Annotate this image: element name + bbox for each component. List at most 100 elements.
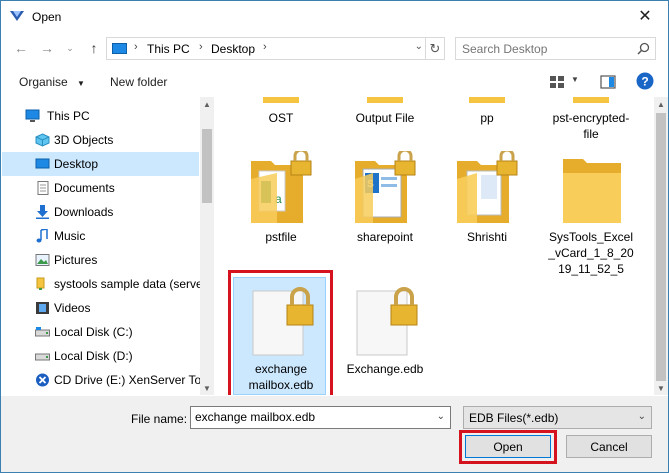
scroll-up-icon[interactable]: ▲ bbox=[200, 97, 214, 111]
organise-button[interactable]: Organise ▼ bbox=[19, 75, 85, 89]
app-icon bbox=[10, 11, 24, 21]
chevron-down-icon: ▼ bbox=[77, 79, 85, 88]
chevron-down-icon[interactable]: ⌄ bbox=[437, 411, 445, 422]
computer-icon bbox=[25, 109, 40, 122]
nav-item-local-disk-c[interactable]: Local Disk (C:) bbox=[2, 320, 199, 344]
forward-button[interactable]: → bbox=[38, 39, 56, 57]
folder-item-shrishti[interactable]: Shrishti bbox=[437, 149, 537, 249]
breadcrumb-desktop[interactable]: Desktop bbox=[211, 42, 255, 56]
organise-label: Organise bbox=[19, 75, 68, 89]
address-bar[interactable]: › This PC › Desktop › ⌄ ↻ bbox=[106, 37, 445, 60]
file-label: SysTools_Excel _vCard_1_8_20 19_11_52_5 bbox=[548, 230, 634, 276]
open-dialog: Open ✕ ← → ⌄ ↑ › This PC › Desktop › ⌄ ↻ bbox=[0, 0, 669, 473]
folder-item-output-file[interactable]: Output File bbox=[335, 97, 435, 137]
nav-item-label: Videos bbox=[54, 301, 91, 315]
nav-item-label: Documents bbox=[54, 181, 115, 195]
folder-item-ost[interactable]: OST bbox=[231, 97, 331, 137]
nav-item-label: Desktop bbox=[54, 157, 99, 171]
nav-item-this-pc[interactable]: This PC bbox=[2, 104, 199, 128]
folder-item-pstfile[interactable]: a pstfile bbox=[231, 149, 331, 249]
nav-item-label: Local Disk (C:) bbox=[54, 325, 133, 339]
file-label: Output File bbox=[355, 111, 415, 125]
locked-folder-icon: a bbox=[251, 151, 312, 223]
breadcrumb-this-pc[interactable]: This PC bbox=[147, 42, 190, 56]
new-folder-button[interactable]: New folder bbox=[110, 75, 167, 89]
nav-item-local-disk-d[interactable]: Local Disk (D:) bbox=[2, 344, 199, 368]
search-box[interactable] bbox=[455, 37, 656, 60]
breadcrumb-separator-icon: › bbox=[134, 41, 138, 53]
up-button[interactable]: ↑ bbox=[85, 39, 103, 57]
folder-item-sharepoint[interactable]: S sharepoint bbox=[335, 149, 435, 249]
nav-item-cd-drive[interactable]: CD Drive (E:) XenServer Too bbox=[2, 368, 208, 392]
cd-drive-icon bbox=[36, 373, 49, 387]
file-label: pstfile bbox=[265, 230, 297, 244]
documents-icon bbox=[37, 181, 49, 195]
nav-item-network-folder[interactable]: systools sample data (serve bbox=[2, 272, 203, 296]
preview-pane-icon[interactable] bbox=[600, 74, 616, 90]
breadcrumb-separator-icon: › bbox=[263, 41, 267, 53]
computer-icon bbox=[112, 43, 127, 54]
svg-text:?: ? bbox=[641, 75, 648, 89]
content-scroll-thumb[interactable] bbox=[656, 113, 666, 381]
nav-item-3d-objects[interactable]: 3D Objects bbox=[2, 128, 199, 152]
open-button[interactable]: Open bbox=[465, 435, 551, 458]
locked-folder-icon bbox=[457, 151, 518, 223]
file-label: exchange mailbox.edb bbox=[248, 362, 314, 392]
refresh-icon[interactable]: ↻ bbox=[425, 38, 444, 59]
nav-item-music[interactable]: Music bbox=[2, 224, 199, 248]
cube-icon bbox=[35, 133, 50, 147]
file-name-label: File name: bbox=[131, 412, 188, 426]
folder-item-pst-encrypted-file[interactable]: pst-encrypted- file bbox=[541, 97, 641, 145]
recent-locations-button[interactable]: ⌄ bbox=[61, 39, 79, 57]
address-dropdown-icon[interactable]: ⌄ bbox=[415, 41, 423, 52]
nav-item-videos[interactable]: Videos bbox=[2, 296, 199, 320]
file-type-value: EDB Files(*.edb) bbox=[469, 411, 559, 425]
desktop-icon bbox=[35, 158, 50, 169]
file-item-exchange-mailbox-edb[interactable]: exchange mailbox.edb bbox=[231, 277, 331, 395]
scroll-up-icon[interactable]: ▲ bbox=[654, 97, 668, 111]
nav-item-label: Downloads bbox=[54, 205, 114, 219]
close-button[interactable]: ✕ bbox=[636, 7, 654, 25]
nav-item-label: 3D Objects bbox=[54, 133, 114, 147]
file-label: Exchange.edb bbox=[346, 362, 424, 376]
folder-item-systools-excel-vcard[interactable]: SysTools_Excel _vCard_1_8_20 19_11_52_5 bbox=[541, 149, 641, 279]
content-scrollbar[interactable]: ▲ ▼ bbox=[654, 97, 668, 395]
folder-icon bbox=[469, 97, 505, 103]
nav-item-label: This PC bbox=[47, 109, 90, 123]
scroll-down-icon[interactable]: ▼ bbox=[200, 381, 214, 395]
locked-file-icon bbox=[252, 287, 314, 356]
help-icon[interactable]: ? bbox=[636, 72, 654, 90]
file-item-exchange-edb[interactable]: Exchange.edb bbox=[335, 277, 435, 387]
nav-item-pictures[interactable]: Pictures bbox=[2, 248, 199, 272]
nav-item-label: CD Drive (E:) XenServer Too bbox=[54, 373, 208, 387]
nav-item-downloads[interactable]: Downloads bbox=[2, 200, 199, 224]
videos-icon bbox=[36, 302, 49, 314]
file-name-input[interactable] bbox=[195, 410, 425, 424]
nav-scrollbar[interactable]: ▲ ▼ bbox=[200, 97, 214, 395]
file-list: OST Output File pp pst-encrypted- file a bbox=[214, 97, 654, 395]
folder-icon bbox=[263, 97, 299, 103]
file-name-combobox[interactable]: ⌄ bbox=[190, 406, 451, 429]
pictures-icon bbox=[35, 254, 50, 266]
window-title: Open bbox=[32, 10, 62, 24]
file-type-select[interactable]: EDB Files(*.edb) ⌄ bbox=[463, 406, 652, 429]
search-icon bbox=[637, 42, 650, 55]
nav-item-documents[interactable]: Documents bbox=[2, 176, 199, 200]
view-options-icon[interactable] bbox=[549, 74, 565, 90]
scroll-down-icon[interactable]: ▼ bbox=[654, 381, 668, 395]
file-label: sharepoint bbox=[356, 230, 414, 244]
view-dropdown-icon[interactable]: ▼ bbox=[571, 75, 579, 84]
cancel-button[interactable]: Cancel bbox=[566, 435, 652, 458]
address-row: ← → ⌄ ↑ › This PC › Desktop › ⌄ ↻ bbox=[1, 32, 668, 64]
dialog-footer: File name: ⌄ EDB Files(*.edb) ⌄ Open Can… bbox=[1, 396, 668, 472]
nav-item-label: Pictures bbox=[54, 253, 98, 267]
file-label: pst-encrypted- file bbox=[552, 111, 630, 141]
folder-icon bbox=[573, 97, 609, 103]
nav-scroll-thumb[interactable] bbox=[202, 129, 212, 203]
folder-item-pp[interactable]: pp bbox=[437, 97, 537, 137]
disk-icon bbox=[35, 353, 50, 361]
locked-file-icon bbox=[356, 287, 418, 356]
back-button[interactable]: ← bbox=[12, 39, 30, 57]
search-input[interactable] bbox=[462, 41, 627, 56]
nav-item-desktop[interactable]: Desktop bbox=[2, 152, 199, 176]
